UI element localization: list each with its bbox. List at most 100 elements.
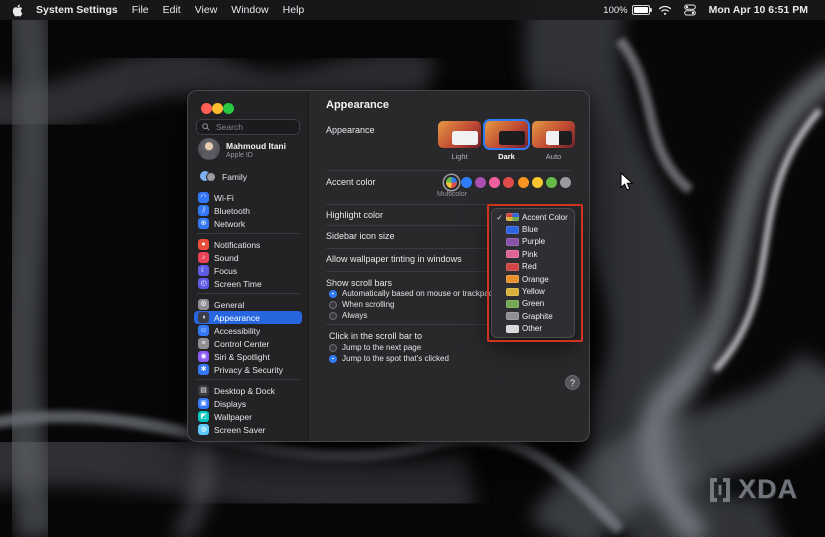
control-center-icon: ≡ (198, 338, 209, 349)
sidebar-item-privacy-security[interactable]: ✱ Privacy & Security (194, 363, 302, 376)
auto-mode-thumbnail[interactable] (532, 121, 575, 148)
appearance-option-dark[interactable]: Dark (485, 121, 528, 161)
sidebar-item-label: Accessibility (214, 325, 261, 336)
radio-scrollbars-always[interactable]: Always (329, 311, 367, 320)
system-settings-window: Mahmoud Itani Apple ID Family ◠ Wi-Fi ᛒ … (187, 90, 590, 442)
radio-scrollbars-auto[interactable]: Automatically based on mouse or trackpad (329, 289, 493, 298)
accent-color-green[interactable] (546, 177, 557, 188)
menu-item-other[interactable]: Other (492, 323, 574, 335)
icon-glyph: ▤ (200, 387, 207, 394)
sidebar-item-control-center[interactable]: ≡ Control Center (194, 337, 302, 350)
radio-jump-to-spot[interactable]: Jump to the spot that's clicked (329, 354, 449, 363)
menu-item-label: Purple (522, 237, 546, 247)
sidebar-item-screen-time[interactable]: ◴ Screen Time (194, 277, 302, 290)
menu-window[interactable]: Window (224, 4, 275, 16)
minimize-button[interactable] (212, 103, 223, 114)
wifi-icon[interactable] (658, 5, 672, 16)
sidebar-item-focus[interactable]: ☾ Focus (194, 264, 302, 277)
color-swatch-multicolor (506, 213, 519, 222)
sidebar-item-label: Siri & Spotlight (214, 351, 270, 362)
radio-button[interactable] (329, 300, 337, 309)
zoom-button[interactable] (223, 103, 234, 114)
settings-sidebar: Mahmoud Itani Apple ID Family ◠ Wi-Fi ᛒ … (188, 91, 309, 441)
radio-button[interactable] (329, 354, 337, 363)
sidebar-item-desktop-dock[interactable]: ▤ Desktop & Dock (194, 384, 302, 397)
accent-color-pink[interactable] (489, 177, 500, 188)
sidebar-item-appearance[interactable]: ◑ Appearance (194, 311, 302, 324)
menu-item-purple[interactable]: Purple (492, 236, 574, 248)
menu-item-yellow[interactable]: Yellow (492, 285, 574, 297)
xda-logo-text: XDA (738, 474, 799, 504)
sidebar-item-network[interactable]: ⊕ Network (194, 217, 302, 230)
accent-color-graphite[interactable] (560, 177, 571, 188)
radio-scrollbars-when-scrolling[interactable]: When scrolling (329, 300, 394, 309)
battery-percent: 100% (603, 4, 628, 16)
sidebar-item-label: Appearance (214, 312, 260, 323)
focus-icon: ☾ (198, 265, 209, 276)
menu-item-graphite[interactable]: Graphite (492, 310, 574, 322)
accent-color-orange[interactable] (518, 177, 529, 188)
apple-menu[interactable] (10, 3, 29, 17)
sidebar-item-accessibility[interactable]: ☺ Accessibility (194, 324, 302, 337)
menu-edit[interactable]: Edit (156, 4, 188, 16)
accent-color-purple[interactable] (475, 177, 486, 188)
appearance-row-label: Appearance (326, 125, 375, 135)
menu-bar: System Settings File Edit View Window He… (0, 0, 825, 20)
menu-item-blue[interactable]: Blue (492, 223, 574, 235)
accent-color-multicolor[interactable] (446, 177, 457, 188)
sidebar-item-general[interactable]: ⚙ General (194, 298, 302, 311)
sidebar-item-bluetooth[interactable]: ᛒ Bluetooth (194, 204, 302, 217)
menubar-clock[interactable]: Mon Apr 10 6:51 PM (702, 4, 815, 16)
accent-color-yellow[interactable] (532, 177, 543, 188)
close-button[interactable] (201, 103, 212, 114)
sidebar-item-sound[interactable]: ♪ Sound (194, 251, 302, 264)
battery-icon[interactable] (631, 5, 652, 15)
apple-icon (12, 3, 23, 16)
control-center-icon[interactable] (683, 4, 696, 16)
sidebar-search[interactable] (196, 119, 300, 135)
accent-color-blue[interactable] (461, 177, 472, 188)
menubar-app-name[interactable]: System Settings (29, 4, 125, 16)
sidebar-item-siri-spotlight[interactable]: ◉ Siri & Spotlight (194, 350, 302, 363)
menu-item-pink[interactable]: Pink (492, 248, 574, 260)
family-icon (200, 170, 216, 183)
page-title: Appearance (326, 99, 389, 111)
profile-avatar[interactable] (198, 138, 220, 160)
menu-help[interactable]: Help (276, 4, 312, 16)
network-icon: ⊕ (198, 218, 209, 229)
sidebar-item-notifications[interactable]: ● Notifications (194, 238, 302, 251)
sidebar-item-label: Network (214, 218, 246, 229)
sidebar-item-wallpaper[interactable]: ◩ Wallpaper (194, 410, 302, 423)
help-button[interactable]: ? (565, 375, 580, 390)
desktop: System Settings File Edit View Window He… (0, 0, 825, 537)
menu-item-orange[interactable]: Orange (492, 273, 574, 285)
radio-label: Always (342, 311, 368, 320)
sidebar-item-wifi[interactable]: ◠ Wi-Fi (194, 191, 302, 204)
menu-view[interactable]: View (188, 4, 225, 16)
profile-name[interactable]: Mahmoud Itani (226, 141, 286, 151)
icon-glyph: ● (201, 241, 206, 248)
appearance-option-auto[interactable]: Auto (532, 121, 575, 161)
sidebar-separator (197, 379, 299, 380)
menu-item-accent-color[interactable]: ✓ Accent Color (492, 211, 574, 223)
appearance-option-light[interactable]: Light (438, 121, 481, 161)
sidebar-item-screen-saver[interactable]: ◍ Screen Saver (194, 423, 302, 436)
sidebar-separator (197, 293, 299, 294)
sidebar-item-displays[interactable]: ▣ Displays (194, 397, 302, 410)
wallpaper-icon: ◩ (198, 411, 209, 422)
search-input[interactable] (214, 121, 294, 133)
menu-item-red[interactable]: Red (492, 261, 574, 273)
accent-color-red[interactable] (503, 177, 514, 188)
radio-button[interactable] (329, 343, 337, 352)
light-mode-thumbnail[interactable] (438, 121, 481, 148)
radio-jump-next-page[interactable]: Jump to the next page (329, 343, 421, 352)
sidebar-item-label: General (214, 299, 245, 310)
radio-button[interactable] (329, 311, 337, 320)
dark-mode-thumbnail[interactable] (485, 121, 528, 148)
radio-button[interactable] (329, 289, 337, 298)
menu-item-green[interactable]: Green (492, 298, 574, 310)
menu-item-label: Yellow (522, 287, 545, 297)
sidebar-item-family[interactable]: Family (222, 172, 247, 182)
screen-time-icon: ◴ (198, 278, 209, 289)
menu-file[interactable]: File (125, 4, 156, 16)
